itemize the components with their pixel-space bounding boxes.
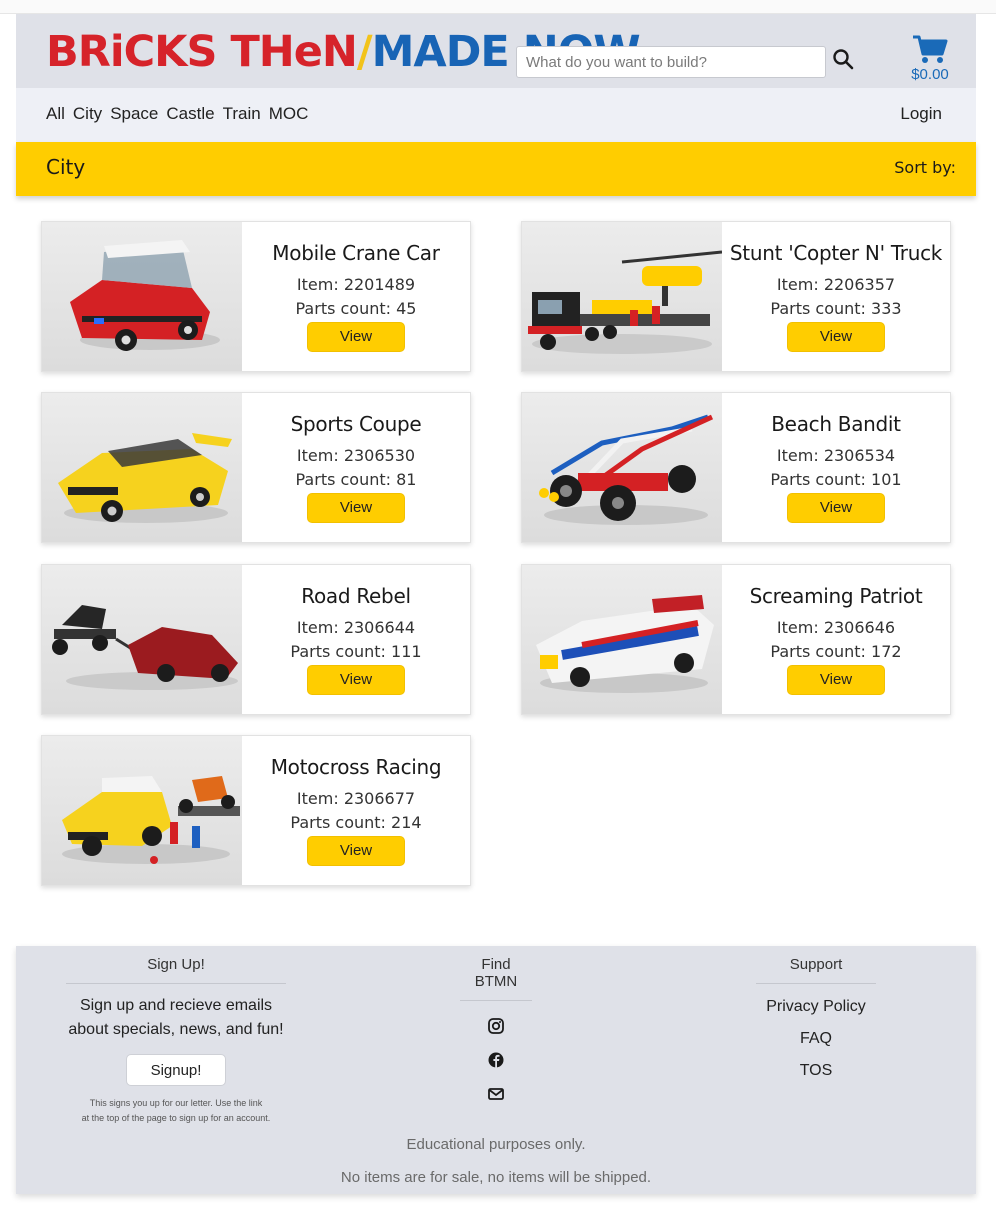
product-parts-count: Parts count: 45 [295, 299, 417, 318]
tos-link[interactable]: TOS [756, 1062, 876, 1080]
product-item-number: Item: 2306644 [296, 618, 416, 637]
nav-link-moc[interactable]: MOC [269, 104, 309, 124]
product-image[interactable] [42, 565, 242, 714]
product-parts-count: Parts count: 172 [770, 642, 902, 661]
category-title: City [46, 155, 86, 179]
product-card: Mobile Crane Car Item: 2201489 Parts cou… [41, 221, 471, 372]
signup-text-line1: Sign up and recieve emails [79, 997, 273, 1014]
coupe-model-image [58, 433, 232, 523]
cart-total: $0.00 [911, 66, 949, 83]
nav-link-all[interactable]: All [46, 104, 65, 124]
product-parts-count: Parts count: 81 [295, 470, 417, 489]
nav-link-city[interactable]: City [73, 104, 102, 124]
logo-text-bricks-then: BRiCKS THeN [46, 27, 358, 77]
car-model-image [70, 240, 220, 351]
faq-link[interactable]: FAQ [756, 1030, 876, 1048]
envelope-icon[interactable] [487, 1085, 505, 1103]
site-footer: Sign Up! Sign up and recieve emails abou… [16, 946, 976, 1194]
product-image[interactable] [522, 393, 722, 542]
product-card: Road Rebel Item: 2306644 Parts count: 11… [41, 564, 471, 715]
category-bar: City Sort by: [16, 142, 976, 196]
product-name: Mobile Crane Car [272, 241, 440, 265]
product-name: Motocross Racing [270, 755, 442, 779]
signup-button[interactable]: Signup! [126, 1054, 226, 1086]
product-item-number: Item: 2306534 [776, 446, 896, 465]
facebook-icon[interactable] [487, 1051, 505, 1069]
view-button[interactable]: View [307, 322, 405, 352]
search-icon [833, 49, 854, 70]
signup-heading: Sign Up! [66, 956, 286, 984]
product-image[interactable] [522, 565, 722, 714]
logo-slash: / [356, 27, 373, 77]
privacy-policy-link[interactable]: Privacy Policy [756, 998, 876, 1016]
fine-print-line2: at the top of the page to sign up for an… [81, 1113, 271, 1123]
search-button[interactable] [832, 48, 858, 74]
product-name: Beach Bandit [771, 412, 901, 436]
view-button[interactable]: View [787, 493, 885, 523]
cart-button[interactable]: $0.00 [906, 34, 954, 90]
disclaimer-no-sale: No items are for sale, no items will be … [340, 1169, 652, 1186]
product-card: Motocross Racing Item: 2306677 Parts cou… [41, 735, 471, 886]
nav-link-space[interactable]: Space [110, 104, 158, 124]
search-input[interactable] [516, 46, 826, 78]
support-heading: Support [756, 956, 876, 984]
jeep-model-image [62, 776, 240, 864]
product-card: Beach Bandit Item: 2306534 Parts count: … [521, 392, 951, 543]
category-nav: All City Space Castle Train MOC Login [16, 88, 976, 142]
disclaimer-educational: Educational purposes only. [406, 1136, 586, 1153]
product-image[interactable] [42, 393, 242, 542]
racer-model-image [536, 595, 714, 693]
product-card: Stunt 'Copter N' Truck Item: 2206357 Par… [521, 221, 951, 372]
product-item-number: Item: 2206357 [776, 275, 896, 294]
view-button[interactable]: View [307, 665, 405, 695]
view-button[interactable]: View [307, 836, 405, 866]
product-name: Sports Coupe [290, 412, 422, 436]
product-parts-count: Parts count: 333 [770, 299, 902, 318]
footer-support-column: Support Privacy Policy FAQ TOS [756, 946, 876, 1080]
site-header: BRiCKS THeN/MADE NOW $0.00 [16, 14, 976, 88]
footer-signup-column: Sign Up! Sign up and recieve emails abou… [66, 946, 286, 1126]
product-card: Screaming Patriot Item: 2306646 Parts co… [521, 564, 951, 715]
footer-find-column: Find BTMN [460, 946, 532, 1103]
product-image[interactable] [522, 222, 722, 371]
truck-model-image [528, 250, 722, 354]
product-card: Sports Coupe Item: 2306530 Parts count: … [41, 392, 471, 543]
product-parts-count: Parts count: 111 [290, 642, 422, 661]
product-item-number: Item: 2306646 [776, 618, 896, 637]
signup-fine-print: This signs you up for our letter. Use th… [66, 1096, 286, 1126]
view-button[interactable]: View [787, 322, 885, 352]
product-name: Stunt 'Copter N' Truck [729, 241, 943, 265]
browser-top-strip [0, 0, 996, 14]
product-image[interactable] [42, 222, 242, 371]
view-button[interactable]: View [787, 665, 885, 695]
product-name: Road Rebel [301, 584, 411, 608]
product-item-number: Item: 2306530 [296, 446, 416, 465]
buggy-model-image [539, 414, 714, 525]
product-name: Screaming Patriot [749, 584, 923, 608]
product-item-number: Item: 2201489 [296, 275, 416, 294]
nav-link-train[interactable]: Train [223, 104, 261, 124]
product-item-number: Item: 2306677 [296, 789, 416, 808]
product-parts-count: Parts count: 101 [770, 470, 902, 489]
login-link[interactable]: Login [900, 104, 942, 124]
signup-text-line2: about specials, news, and fun! [68, 1021, 284, 1038]
nav-link-castle[interactable]: Castle [166, 104, 214, 124]
sort-by-control[interactable]: Sort by: [894, 158, 956, 177]
signup-description: Sign up and recieve emails about special… [66, 994, 286, 1042]
shopping-cart-icon [913, 35, 948, 63]
view-button[interactable]: View [307, 493, 405, 523]
instagram-icon[interactable] [487, 1017, 505, 1035]
fine-print-line1: This signs you up for our letter. Use th… [89, 1098, 263, 1108]
product-parts-count: Parts count: 214 [290, 813, 422, 832]
product-image[interactable] [42, 736, 242, 885]
find-heading: Find BTMN [460, 956, 532, 1001]
roadster-model-image [52, 605, 238, 690]
